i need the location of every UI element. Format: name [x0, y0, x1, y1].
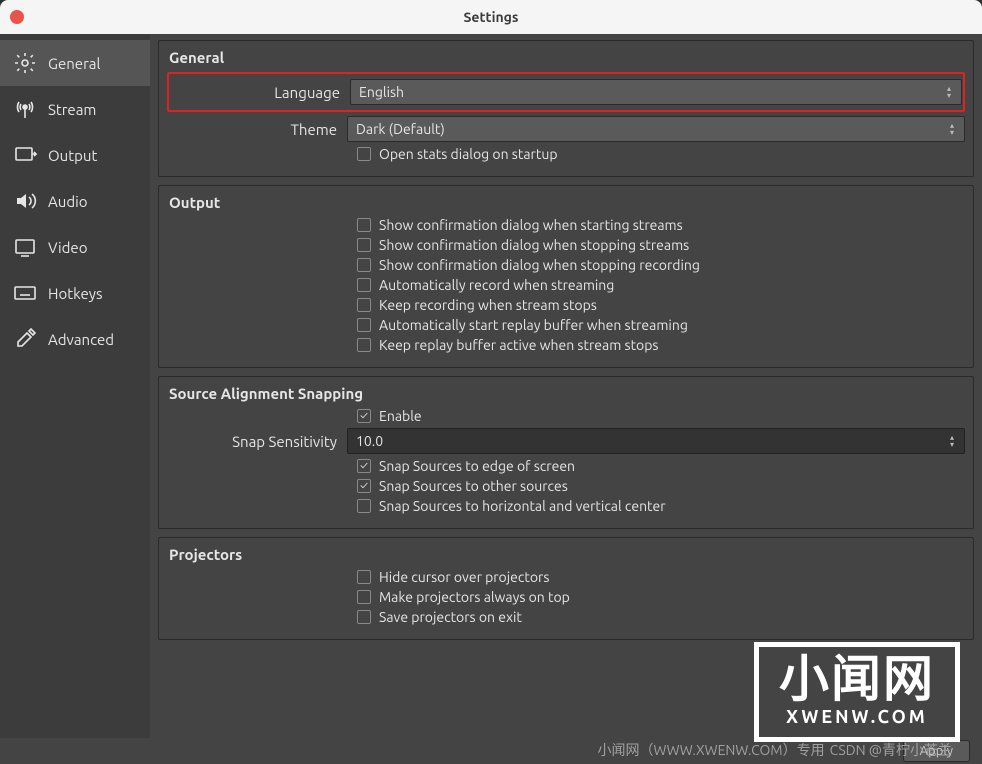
checkbox-label: Automatically start replay buffer when s… [379, 317, 688, 333]
group-output: Output Show confirmation dialog when sta… [158, 185, 974, 368]
checkbox-label: Show confirmation dialog when stopping r… [379, 257, 700, 273]
checkbox-icon[interactable] [357, 238, 371, 252]
snap-edge-row[interactable]: Snap Sources to edge of screen [167, 458, 965, 474]
checkbox-icon[interactable] [357, 479, 371, 493]
checkbox-icon[interactable] [357, 459, 371, 473]
checkbox-icon[interactable] [357, 258, 371, 272]
language-combo[interactable]: English ▴▾ [350, 79, 962, 105]
audio-icon [12, 188, 38, 214]
confirm-stop-record-row[interactable]: Show confirmation dialog when stopping r… [167, 257, 965, 273]
titlebar: Settings [0, 0, 982, 34]
language-value: English [359, 84, 404, 100]
sidebar-item-stream[interactable]: Stream [0, 86, 150, 132]
sidebar-item-label: Video [48, 239, 87, 256]
tools-icon [12, 326, 38, 352]
checkbox-label: Save projectors on exit [379, 609, 522, 625]
output-icon [12, 142, 38, 168]
sidebar-item-audio[interactable]: Audio [0, 178, 150, 224]
sidebar-item-advanced[interactable]: Advanced [0, 316, 150, 362]
settings-sidebar: General Stream Output Audio Video [0, 34, 150, 738]
proj-save-exit-row[interactable]: Save projectors on exit [167, 609, 965, 625]
combo-spin-icon: ▴▾ [941, 80, 957, 104]
spin-icon[interactable]: ▴▾ [944, 429, 960, 453]
group-general: General Language English ▴▾ Theme [158, 40, 974, 177]
gear-icon [12, 50, 38, 76]
checkbox-icon[interactable] [357, 298, 371, 312]
checkbox-label: Show confirmation dialog when stopping s… [379, 237, 689, 253]
sidebar-item-label: Advanced [48, 331, 114, 348]
group-projectors: Projectors Hide cursor over projectors M… [158, 537, 974, 640]
group-title: General [169, 49, 965, 66]
combo-spin-icon: ▴▾ [944, 117, 960, 141]
checkbox-label: Snap Sources to other sources [379, 478, 568, 494]
snap-sensitivity-spinbox[interactable]: 10.0 ▴▾ [347, 428, 965, 454]
auto-record-row[interactable]: Automatically record when streaming [167, 277, 965, 293]
checkbox-icon[interactable] [357, 590, 371, 604]
broadcast-icon [12, 96, 38, 122]
sidebar-item-general[interactable]: General [0, 40, 150, 86]
theme-combo[interactable]: Dark (Default) ▴▾ [347, 116, 965, 142]
checkbox-icon[interactable] [357, 570, 371, 584]
checkbox-label: Enable [379, 408, 422, 424]
open-stats-label: Open stats dialog on startup [379, 146, 558, 162]
checkbox-label: Make projectors always on top [379, 589, 570, 605]
checkbox-icon[interactable] [357, 338, 371, 352]
theme-value: Dark (Default) [356, 121, 445, 137]
bottom-bar: Apply [0, 738, 982, 764]
checkbox-icon[interactable] [357, 278, 371, 292]
sidebar-item-label: General [48, 55, 100, 72]
apply-button[interactable]: Apply [903, 740, 970, 762]
checkbox-icon[interactable] [357, 499, 371, 513]
snap-center-row[interactable]: Snap Sources to horizontal and vertical … [167, 498, 965, 514]
sidebar-item-label: Audio [48, 193, 88, 210]
sidebar-item-label: Stream [48, 101, 96, 118]
window-title: Settings [0, 9, 982, 25]
checkbox-label: Snap Sources to horizontal and vertical … [379, 498, 666, 514]
snap-other-row[interactable]: Snap Sources to other sources [167, 478, 965, 494]
group-snapping: Source Alignment Snapping Enable Snap Se… [158, 376, 974, 529]
group-title: Projectors [169, 546, 965, 563]
sidebar-item-label: Hotkeys [48, 285, 102, 302]
sidebar-item-label: Output [48, 147, 97, 164]
keyboard-icon [12, 280, 38, 306]
checkbox-icon[interactable] [357, 147, 371, 161]
language-label: Language [170, 84, 350, 101]
proj-always-top-row[interactable]: Make projectors always on top [167, 589, 965, 605]
sidebar-item-output[interactable]: Output [0, 132, 150, 178]
checkbox-icon[interactable] [357, 218, 371, 232]
group-title: Output [169, 194, 965, 211]
group-title: Source Alignment Snapping [169, 385, 965, 402]
keep-replay-row[interactable]: Keep replay buffer active when stream st… [167, 337, 965, 353]
window-close-button[interactable] [10, 10, 24, 24]
snap-sensitivity-label: Snap Sensitivity [167, 433, 347, 450]
checkbox-label: Keep replay buffer active when stream st… [379, 337, 659, 353]
checkbox-label: Automatically record when streaming [379, 277, 614, 293]
checkbox-icon[interactable] [357, 409, 371, 423]
confirm-stop-stream-row[interactable]: Show confirmation dialog when stopping s… [167, 237, 965, 253]
keep-recording-row[interactable]: Keep recording when stream stops [167, 297, 965, 313]
proj-hide-cursor-row[interactable]: Hide cursor over projectors [167, 569, 965, 585]
checkbox-label: Snap Sources to edge of screen [379, 458, 575, 474]
snap-sensitivity-value: 10.0 [356, 433, 383, 449]
checkbox-label: Hide cursor over projectors [379, 569, 549, 585]
sidebar-item-video[interactable]: Video [0, 224, 150, 270]
open-stats-checkbox-row[interactable]: Open stats dialog on startup [167, 146, 965, 162]
checkbox-icon[interactable] [357, 610, 371, 624]
checkbox-icon[interactable] [357, 318, 371, 332]
confirm-start-stream-row[interactable]: Show confirmation dialog when starting s… [167, 217, 965, 233]
video-icon [12, 234, 38, 260]
sidebar-item-hotkeys[interactable]: Hotkeys [0, 270, 150, 316]
auto-replay-row[interactable]: Automatically start replay buffer when s… [167, 317, 965, 333]
checkbox-label: Show confirmation dialog when starting s… [379, 217, 683, 233]
language-highlight: Language English ▴▾ [167, 72, 965, 112]
checkbox-label: Keep recording when stream stops [379, 297, 597, 313]
settings-content: General Language English ▴▾ Theme [150, 34, 982, 738]
snap-enable-row[interactable]: Enable [167, 408, 965, 424]
theme-label: Theme [167, 121, 347, 138]
